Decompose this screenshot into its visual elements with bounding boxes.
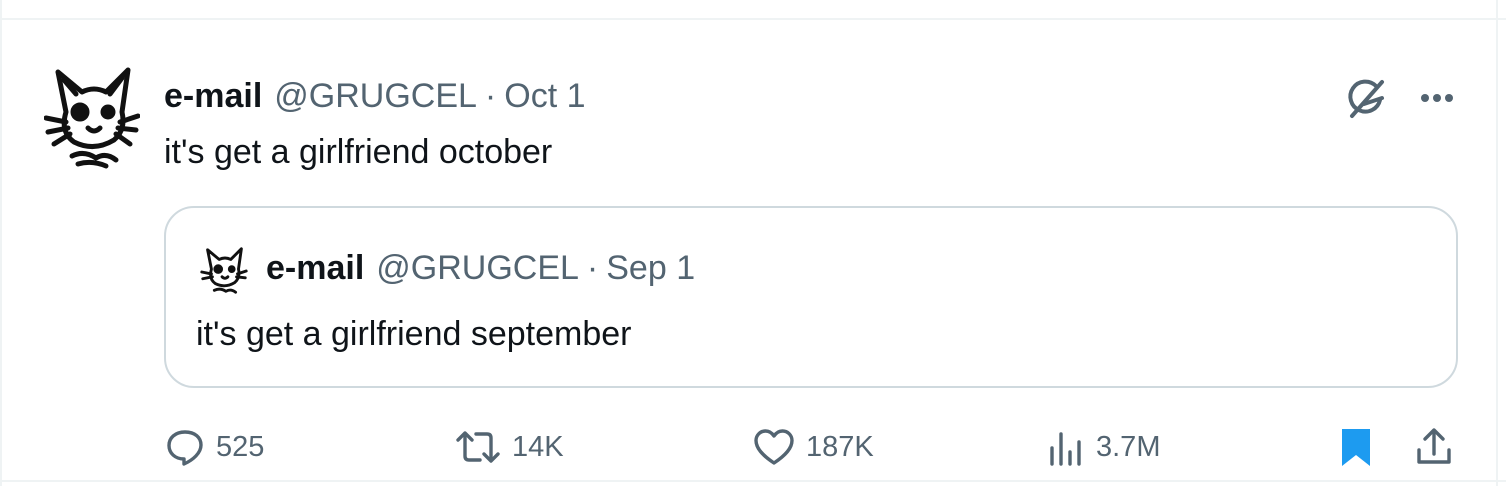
retweet-count: 14K <box>512 431 564 463</box>
retweet-button[interactable]: 14K <box>454 424 564 470</box>
reply-icon <box>167 430 203 466</box>
bookmark-button[interactable] <box>1338 424 1374 470</box>
quoted-author-handle[interactable]: @GRUGCEL <box>376 249 579 288</box>
tweet-text: it's get a girlfriend october <box>164 133 553 171</box>
bookmark-icon <box>1342 429 1370 466</box>
bottom-divider <box>0 480 1506 482</box>
reply-count: 525 <box>216 431 265 463</box>
views-button[interactable]: 3.7M <box>1048 424 1160 470</box>
more-icon <box>1421 94 1453 102</box>
quoted-tweet-date[interactable]: Sep 1 <box>606 249 695 288</box>
action-bar: 525 14K 187K 3.7M <box>164 424 1464 470</box>
tweet[interactable]: e-mail @GRUGCEL · Oct 1 it's get a girlf… <box>0 20 1496 480</box>
grok-button[interactable] <box>1342 74 1390 122</box>
author-handle[interactable]: @GRUGCEL <box>274 77 477 116</box>
quoted-tweet-text: it's get a girlfriend september <box>196 315 632 353</box>
share-button[interactable] <box>1414 424 1454 470</box>
grok-icon <box>1348 79 1384 118</box>
quoted-header-separator: · <box>586 248 599 287</box>
quoted-tweet-header: e-mail @GRUGCEL · Sep 1 <box>266 246 695 290</box>
quoted-tweet-card[interactable]: e-mail @GRUGCEL · Sep 1 it's get a girlf… <box>164 206 1458 388</box>
like-button[interactable]: 187K <box>752 424 874 470</box>
cat-avatar-icon <box>200 247 248 294</box>
retweet-icon <box>456 431 500 463</box>
like-count: 187K <box>806 431 874 463</box>
quoted-author-avatar[interactable] <box>196 244 252 300</box>
views-count: 3.7M <box>1096 431 1161 463</box>
tweet-header: e-mail @GRUGCEL · Oct 1 <box>164 74 586 118</box>
views-icon <box>1050 432 1081 466</box>
tweet-date[interactable]: Oct 1 <box>504 77 585 116</box>
more-button[interactable] <box>1420 92 1454 104</box>
header-separator: · <box>484 76 497 115</box>
right-border <box>1496 0 1498 486</box>
quoted-author-display-name[interactable]: e-mail <box>266 249 364 288</box>
heart-icon <box>754 429 794 465</box>
reply-button[interactable]: 525 <box>164 424 264 470</box>
author-avatar[interactable] <box>43 60 141 176</box>
top-actions <box>1342 74 1454 122</box>
share-icon <box>1417 428 1451 464</box>
author-display-name[interactable]: e-mail <box>164 77 262 116</box>
cat-avatar-icon <box>43 67 141 169</box>
